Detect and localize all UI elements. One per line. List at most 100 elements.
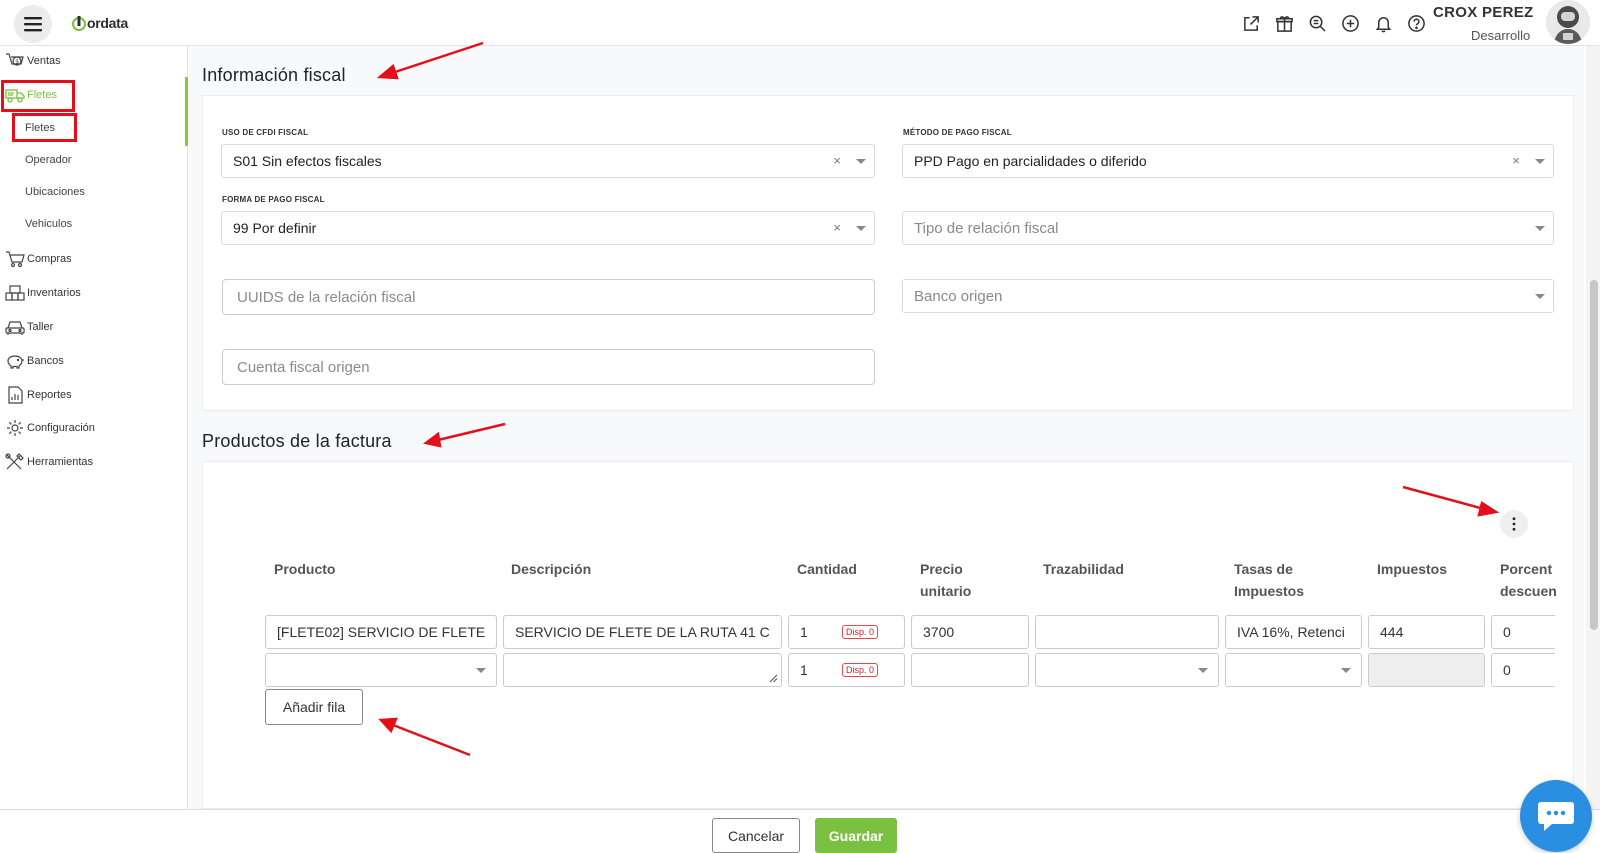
chevron-down-icon[interactable] xyxy=(1535,226,1545,231)
availability-badge: Disp. 0 xyxy=(841,663,878,677)
row2-cantidad-value: 1 xyxy=(800,662,808,678)
avatar[interactable] xyxy=(1546,0,1590,44)
row1-impuestos-value: 444 xyxy=(1380,624,1404,640)
row1-tasas-field[interactable]: IVA 16%, Retenci xyxy=(1225,615,1362,649)
form-footer xyxy=(0,809,1600,853)
brand-name: ordata xyxy=(87,15,128,31)
row2-precio-field[interactable] xyxy=(911,653,1029,687)
sidebar-item-inventarios[interactable]: Inventarios xyxy=(5,283,81,303)
row1-descuento-field[interactable]: 0 xyxy=(1491,615,1555,649)
sidebar-subitem-vehiculos[interactable]: Vehiculos xyxy=(25,218,72,230)
tools-icon xyxy=(5,453,24,470)
chevron-down-icon[interactable] xyxy=(1341,668,1351,673)
bell-icon[interactable] xyxy=(1372,12,1394,34)
tipo-relacion-select[interactable]: Tipo de relación fiscal xyxy=(902,211,1554,245)
row2-impuestos-field xyxy=(1368,653,1485,687)
row2-cantidad-field[interactable]: 1 Disp. 0 xyxy=(788,653,905,687)
chevron-down-icon[interactable] xyxy=(476,668,486,673)
sidebar-item-label: Bancos xyxy=(27,355,64,367)
row1-precio-value: 3700 xyxy=(923,624,955,640)
sidebar-item-compras[interactable]: Compras xyxy=(5,249,72,269)
row2-descuento-field[interactable]: 0 xyxy=(1491,653,1555,687)
metodo-pago-select[interactable]: PPD Pago en parcialidades o diferido × xyxy=(902,144,1554,178)
annotation-box-fletes xyxy=(1,80,75,112)
external-link-icon[interactable] xyxy=(1240,12,1262,34)
row1-cantidad-field[interactable]: 1 Disp. 0 xyxy=(788,615,905,649)
sidebar-item-label: Compras xyxy=(27,253,72,265)
fiscal-section-title: Información fiscal xyxy=(202,65,346,85)
row1-producto-value: [FLETE02] SERVICIO DE FLETE xyxy=(277,624,486,640)
search-zoom-icon[interactable] xyxy=(1306,12,1328,34)
sidebar-item-label: Ventas xyxy=(27,55,61,67)
uuids-placeholder: UUIDS de la relación fiscal xyxy=(237,288,416,306)
plus-circle-icon[interactable] xyxy=(1339,12,1361,34)
chevron-down-icon[interactable] xyxy=(1198,668,1208,673)
uso-cfdi-value: S01 Sin efectos fiscales xyxy=(233,153,382,169)
user-name[interactable]: CROX PEREZ xyxy=(1433,4,1534,21)
annotation-box-fletes-sub xyxy=(12,113,77,142)
piggy-bank-icon xyxy=(7,355,24,369)
sidebar-active-indicator xyxy=(185,77,188,146)
cuenta-origen-input[interactable]: Cuenta fiscal origen xyxy=(222,349,875,385)
hamburger-icon xyxy=(24,17,42,32)
sidebar-subitem-ubicaciones[interactable]: Ubicaciones xyxy=(25,186,85,198)
row1-cantidad-value: 1 xyxy=(800,624,808,640)
sidebar-item-label: Reportes xyxy=(27,389,72,401)
uso-cfdi-label: USO DE CFDI FISCAL xyxy=(222,128,309,137)
chat-bubble-icon xyxy=(1538,802,1574,831)
clear-icon[interactable]: × xyxy=(833,220,841,235)
row1-trazabilidad-field[interactable] xyxy=(1035,615,1219,649)
row1-tasas-value: IVA 16%, Retenci xyxy=(1237,624,1345,640)
row1-descripcion-field[interactable]: SERVICIO DE FLETE DE LA RUTA 41 C xyxy=(503,615,782,649)
clear-icon[interactable]: × xyxy=(1512,153,1520,168)
chevron-down-icon[interactable] xyxy=(856,226,866,231)
save-button[interactable]: Guardar xyxy=(815,818,897,853)
sidebar-item-configuracion[interactable]: Configuración xyxy=(5,418,95,438)
row1-producto-field[interactable]: [FLETE02] SERVICIO DE FLETE xyxy=(265,615,497,649)
row2-trazabilidad-select[interactable] xyxy=(1035,653,1219,687)
metodo-pago-value: PPD Pago en parcialidades o diferido xyxy=(914,153,1147,169)
top-bar: ordata CROX PEREZ Desarrollo xyxy=(0,0,1600,46)
resize-handle-icon[interactable] xyxy=(769,674,778,683)
row1-precio-field[interactable]: 3700 xyxy=(911,615,1029,649)
uso-cfdi-select[interactable]: S01 Sin efectos fiscales × xyxy=(221,144,875,178)
sidebar-item-reportes[interactable]: Reportes xyxy=(5,385,72,405)
tipo-relacion-placeholder: Tipo de relación fiscal xyxy=(914,219,1059,237)
sidebar-subitem-operador[interactable]: Operador xyxy=(25,154,71,166)
sidebar-item-herramientas[interactable]: Herramientas xyxy=(5,452,93,472)
scrollbar-thumb[interactable] xyxy=(1590,280,1598,630)
uuids-input[interactable]: UUIDS de la relación fiscal xyxy=(222,279,875,315)
help-icon[interactable] xyxy=(1405,12,1427,34)
table-options-button[interactable] xyxy=(1500,510,1528,538)
forma-pago-select[interactable]: 99 Por definir × xyxy=(221,211,875,245)
chevron-down-icon[interactable] xyxy=(1535,294,1545,299)
column-header-cantidad: Cantidad xyxy=(797,561,857,577)
brand-logo[interactable]: ordata xyxy=(72,14,128,32)
brand-mark-icon xyxy=(72,16,86,31)
chevron-down-icon[interactable] xyxy=(856,159,866,164)
menu-toggle-button[interactable] xyxy=(14,5,52,43)
sidebar-item-ventas[interactable]: $ Ventas xyxy=(5,51,61,71)
sidebar-item-taller[interactable]: Taller xyxy=(5,317,53,337)
column-header-descuento: Porcent descuen xyxy=(1500,561,1556,599)
svg-text:$: $ xyxy=(15,59,19,66)
sidebar-item-bancos[interactable]: Bancos xyxy=(5,351,64,371)
chevron-down-icon[interactable] xyxy=(1535,159,1545,164)
gift-icon[interactable] xyxy=(1273,12,1295,34)
clear-icon[interactable]: × xyxy=(833,153,841,168)
products-section-title: Productos de la factura xyxy=(202,431,392,451)
row2-producto-select[interactable] xyxy=(265,653,497,687)
row2-tasas-select[interactable] xyxy=(1225,653,1362,687)
sidebar-item-label: Inventarios xyxy=(27,287,81,299)
row1-impuestos-field[interactable]: 444 xyxy=(1368,615,1485,649)
car-icon xyxy=(5,321,25,335)
column-header-descripcion: Descripción xyxy=(511,561,592,577)
row2-descripcion-textarea[interactable] xyxy=(503,653,782,687)
cancel-button[interactable]: Cancelar xyxy=(712,818,800,853)
row1-descripcion-value: SERVICIO DE FLETE DE LA RUTA 41 C xyxy=(515,624,770,640)
banco-origen-select[interactable]: Banco origen xyxy=(902,279,1554,313)
add-row-button[interactable]: Añadir fila xyxy=(265,689,363,725)
forma-pago-value: 99 Por definir xyxy=(233,220,317,236)
row1-descuento-value: 0 xyxy=(1503,624,1511,640)
chat-button[interactable] xyxy=(1520,780,1592,852)
